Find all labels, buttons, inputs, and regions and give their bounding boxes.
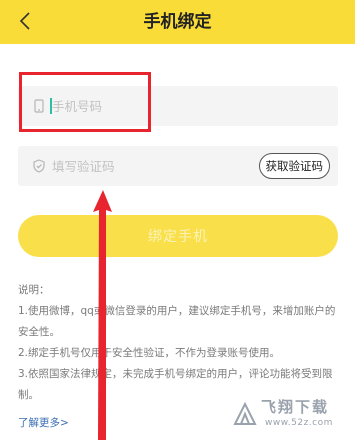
code-input[interactable]: [52, 146, 252, 186]
bind-phone-button[interactable]: 绑定手机: [18, 215, 338, 257]
chevron-left-icon: [19, 12, 30, 30]
page-title: 手机绑定: [143, 12, 212, 32]
note-item: 1.使用微博，qq或微信登录的用户，建议绑定手机号，来增加账户的安全性。: [18, 305, 336, 338]
watermark-logo-icon: [233, 401, 257, 425]
watermark-url: www.52z.com: [265, 418, 333, 428]
learn-more-link[interactable]: 了解更多>: [18, 415, 69, 430]
shield-icon: [33, 159, 45, 173]
top-bar: 手机绑定: [0, 0, 355, 44]
phone-icon: [34, 99, 44, 113]
code-field[interactable]: 获取验证码: [18, 146, 338, 186]
notes-title: 说明：: [18, 284, 50, 296]
back-button[interactable]: [10, 6, 40, 36]
phone-input[interactable]: [52, 86, 252, 126]
watermark: 飞翔下载 www.52z.com: [231, 396, 349, 436]
watermark-text: 飞翔下载: [261, 398, 330, 416]
phone-field[interactable]: [18, 86, 338, 126]
get-code-button[interactable]: 获取验证码: [258, 153, 330, 179]
notes-section: 说明： 1.使用微博，qq或微信登录的用户，建议绑定手机号，来增加账户的安全性。…: [18, 280, 336, 406]
note-item: 2.绑定手机号仅用于安全性验证，不作为登录账号使用。: [18, 347, 281, 359]
